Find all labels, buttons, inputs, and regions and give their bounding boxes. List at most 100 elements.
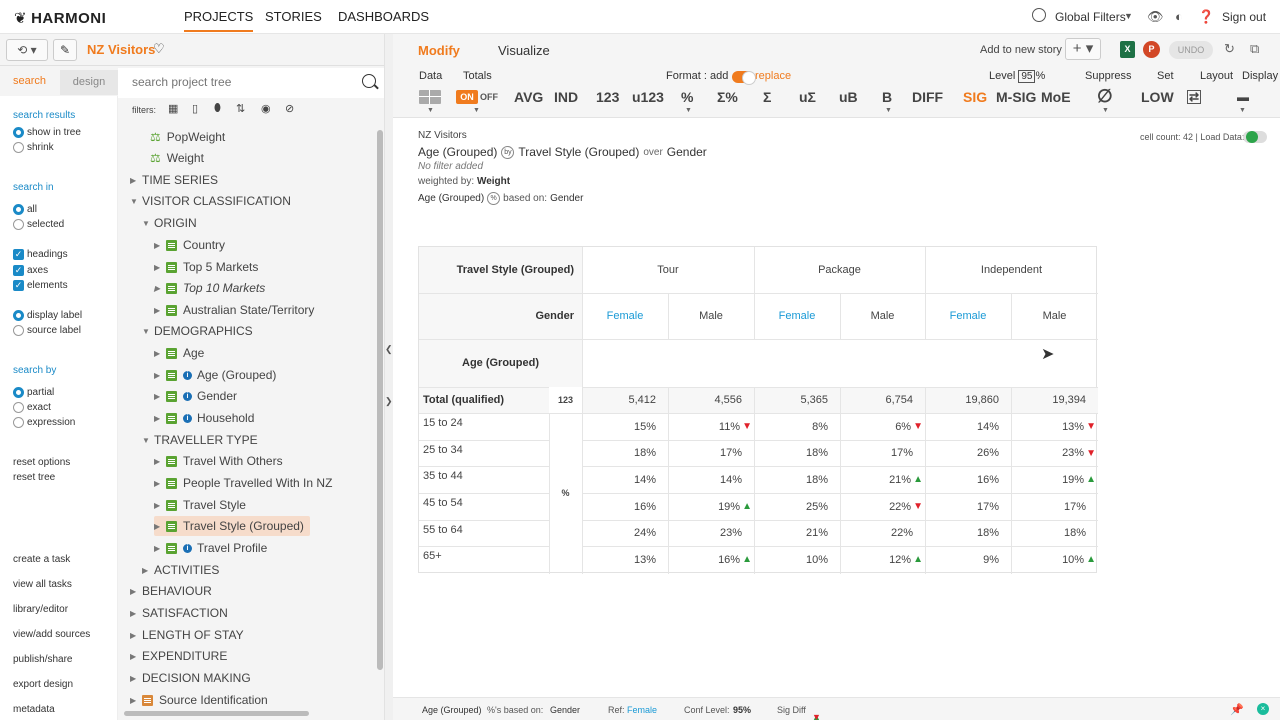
load-data-indicator[interactable] xyxy=(1246,131,1258,143)
sigma-button[interactable]: Σ xyxy=(763,89,771,105)
tree-folder[interactable]: ▼ TRAVELLER TYPE xyxy=(142,430,258,450)
publish-share-link[interactable]: publish/share xyxy=(13,654,72,665)
ind-button[interactable]: IND xyxy=(554,89,578,105)
nav-projects[interactable]: PROJECTS xyxy=(184,9,254,32)
row-label[interactable]: 55 to 64 xyxy=(423,520,549,546)
tree-folder[interactable]: ▶ EXPENDITURE xyxy=(130,646,227,666)
data-cell[interactable]: 12% ▲ xyxy=(840,546,925,573)
opt-axes[interactable]: ✓ axes xyxy=(13,265,48,276)
eye-icon[interactable]: 👁 xyxy=(1147,9,1164,25)
data-cell[interactable]: 15% xyxy=(582,413,668,440)
data-grid-icon[interactable] xyxy=(419,90,441,104)
collapse-arrow-icon[interactable]: ▼ xyxy=(142,327,154,336)
help-icon[interactable]: ❓ xyxy=(1198,9,1214,25)
gender-col-header[interactable]: Male xyxy=(840,293,925,339)
chevron-down-icon[interactable]: ▼ xyxy=(473,107,480,114)
col-group-header[interactable]: Package xyxy=(754,247,925,293)
percent-icon[interactable]: % xyxy=(487,192,501,205)
collapse-left-icon[interactable]: ❮ xyxy=(385,344,393,355)
signout-link[interactable]: Sign out xyxy=(1222,10,1266,24)
expand-arrow-icon[interactable]: ▶ xyxy=(130,674,142,683)
tree-item[interactable]: ▶ Australian State/Territory xyxy=(154,300,314,320)
gender-col-header[interactable]: Male xyxy=(668,293,754,339)
tree-item[interactable]: ▶ Top 5 Markets xyxy=(154,257,258,277)
tree-item[interactable]: ▶ Top 10 Markets xyxy=(154,278,265,298)
library-editor-link[interactable]: library/editor xyxy=(13,604,68,615)
grid-filter-icon[interactable]: ▦ xyxy=(168,102,178,115)
column-variable[interactable]: Travel Style (Grouped) xyxy=(518,145,639,159)
tree-item[interactable]: ▶ Travel Style xyxy=(154,495,246,515)
data-cell[interactable]: 16% ▲ xyxy=(668,546,754,573)
total-cell[interactable]: 19,394 xyxy=(1011,387,1098,413)
data-cell[interactable]: 19% ▲ xyxy=(1011,466,1098,493)
expand-arrow-icon[interactable]: ▶ xyxy=(154,263,166,272)
display-icon[interactable]: ▬ xyxy=(1237,90,1249,104)
data-cell[interactable]: 22% ▼ xyxy=(840,493,925,520)
suppress-icon[interactable]: ∅ xyxy=(1097,86,1113,107)
opt-all[interactable]: all xyxy=(13,204,37,215)
col-group-header[interactable]: Independent xyxy=(925,247,1098,293)
gender-col-header[interactable]: Female xyxy=(582,293,668,339)
global-filters-menu[interactable]: Global Filters xyxy=(1055,10,1126,24)
data-cell[interactable]: 17% xyxy=(840,440,925,466)
chevron-down-icon[interactable]: ▼ xyxy=(427,107,434,114)
data-cell[interactable]: 21% xyxy=(754,520,840,546)
gender-col-header[interactable]: Female xyxy=(754,293,840,339)
row-label[interactable]: 15 to 24 xyxy=(423,413,549,440)
data-cell[interactable]: 21% ▲ xyxy=(840,466,925,493)
expand-arrow-icon[interactable]: ▶ xyxy=(154,371,166,380)
gender-col-header[interactable]: Male xyxy=(1011,293,1098,339)
data-cell[interactable]: 22% xyxy=(840,520,925,546)
expand-arrow-icon[interactable]: ▶ xyxy=(154,349,166,358)
data-cell[interactable]: 23% ▼ xyxy=(1011,440,1098,466)
tree-hscrollbar[interactable] xyxy=(118,709,378,717)
data-cell[interactable]: 8% xyxy=(754,413,840,440)
total-cell[interactable]: 6,754 xyxy=(840,387,925,413)
scrollbar-thumb[interactable] xyxy=(377,130,383,670)
tree-folder[interactable]: ▶ DECISION MAKING xyxy=(130,668,251,688)
metadata-link[interactable]: metadata xyxy=(13,704,55,715)
tree-item[interactable]: ⚖ Weight xyxy=(150,148,204,168)
collapse-arrow-icon[interactable]: ▼ xyxy=(142,219,154,228)
add-story-button[interactable]: + ▾ xyxy=(1065,38,1101,60)
eye-off-filter-icon[interactable]: ⊘ xyxy=(285,102,294,115)
row-label[interactable]: 35 to 44 xyxy=(423,466,549,493)
by-icon[interactable]: by xyxy=(501,145,515,159)
data-cell[interactable]: 6% ▼ xyxy=(840,413,925,440)
pin-filter-icon[interactable]: ⬮ xyxy=(214,102,221,115)
msig-button[interactable]: M-SIG xyxy=(996,89,1036,105)
search-icon[interactable] xyxy=(362,74,376,88)
data-cell[interactable]: 18% xyxy=(754,466,840,493)
set-low-button[interactable]: LOW xyxy=(1141,89,1174,105)
powerpoint-icon[interactable]: P xyxy=(1143,41,1160,58)
data-cell[interactable]: 17% xyxy=(1011,493,1098,520)
u123-button[interactable]: u123 xyxy=(632,89,664,105)
contrast-icon[interactable]: ◐ xyxy=(1175,9,1183,24)
expand-arrow-icon[interactable]: ▶ xyxy=(130,609,142,618)
row-label[interactable]: 65+ xyxy=(423,546,549,573)
collapse-arrow-icon[interactable]: ▼ xyxy=(130,197,142,206)
count-button[interactable]: 123 xyxy=(596,89,619,105)
ub-button[interactable]: uB xyxy=(839,89,858,105)
totals-toggle[interactable]: ON OFF xyxy=(456,90,500,104)
tree-folder[interactable]: ▶ BEHAVIOUR xyxy=(130,581,212,601)
view-add-sources-link[interactable]: view/add sources xyxy=(13,629,90,640)
diff-button[interactable]: DIFF xyxy=(912,89,943,105)
avg-button[interactable]: AVG xyxy=(514,89,543,105)
opt-exact[interactable]: exact xyxy=(13,402,51,413)
tree-item[interactable]: ▶ Age xyxy=(154,343,204,363)
tree-item[interactable]: ▶ Travel With Others xyxy=(154,451,283,471)
pin-icon[interactable]: 📌 xyxy=(1230,703,1244,716)
gender-col-header[interactable]: Female xyxy=(925,293,1011,339)
chevron-down-icon[interactable]: ▼ xyxy=(685,107,692,114)
data-cell[interactable]: 13% xyxy=(582,546,668,573)
data-cell[interactable]: 16% xyxy=(582,493,668,520)
globe-icon[interactable] xyxy=(1032,8,1046,22)
tab-visualize[interactable]: Visualize xyxy=(498,43,550,58)
expand-arrow-icon[interactable]: ▶ xyxy=(130,652,142,661)
data-cell[interactable]: 10% ▲ xyxy=(1011,546,1098,573)
data-cell[interactable]: 14% xyxy=(668,466,754,493)
data-cell[interactable]: 11% ▼ xyxy=(668,413,754,440)
opt-shrink[interactable]: shrink xyxy=(13,142,54,153)
data-cell[interactable]: 18% xyxy=(582,440,668,466)
